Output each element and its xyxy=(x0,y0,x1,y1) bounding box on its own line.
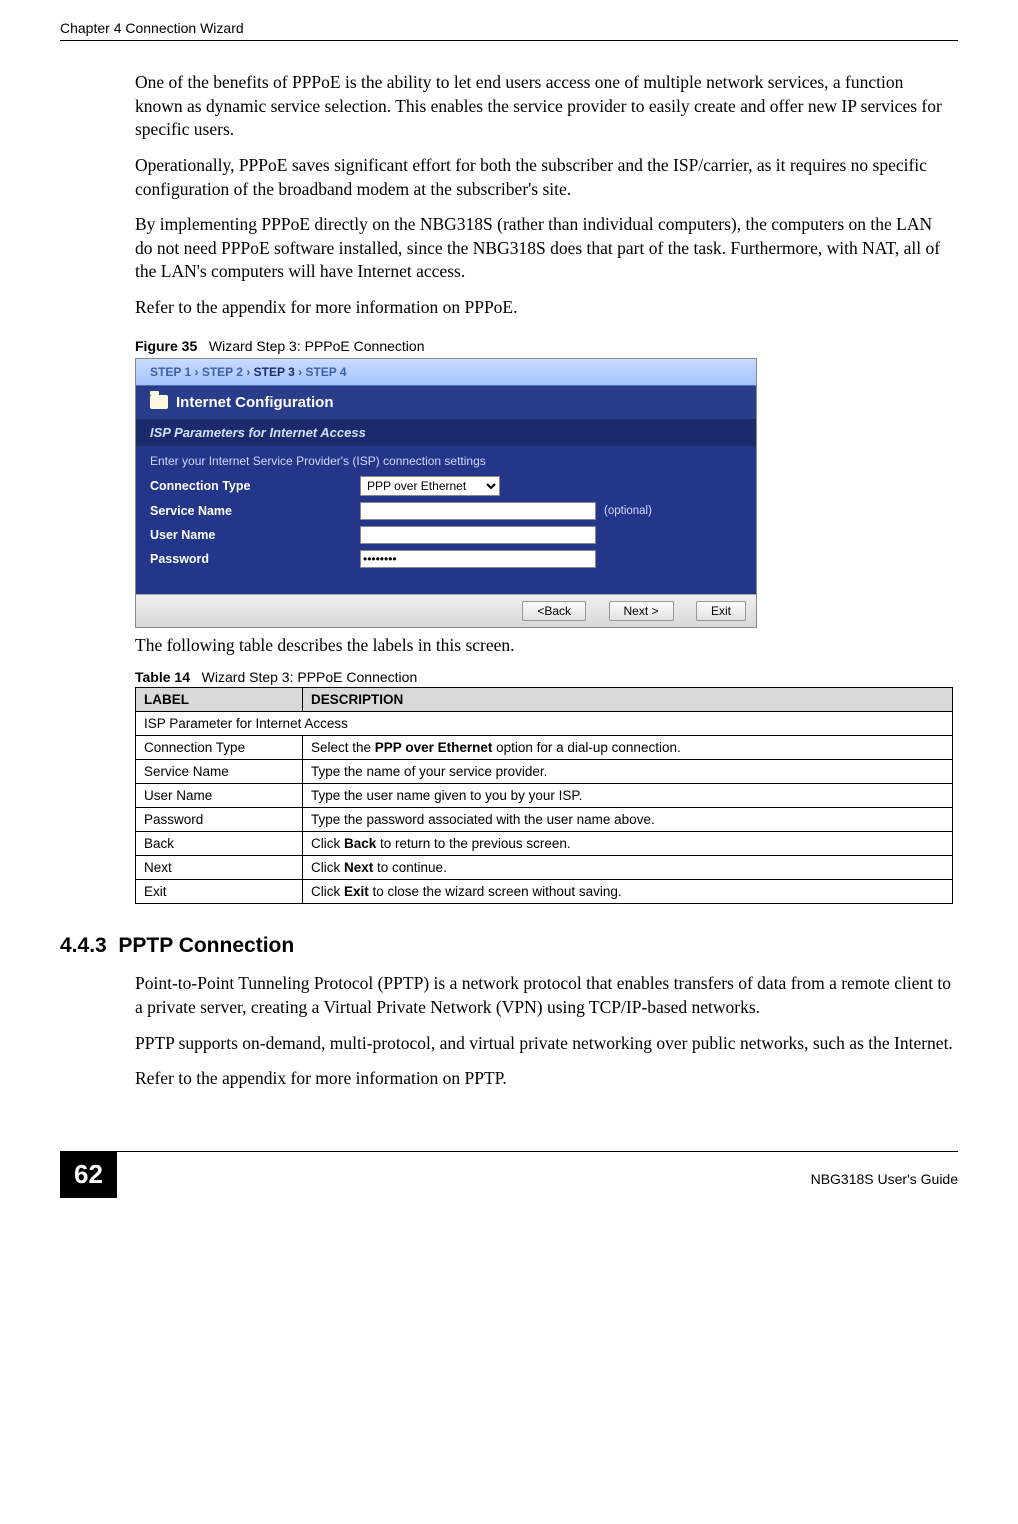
cell-label: User Name xyxy=(136,784,303,808)
page-header: Chapter 4 Connection Wizard xyxy=(60,20,958,41)
table-number: Table 14 xyxy=(135,669,190,685)
table-row: Connection Type Select the PPP over Ethe… xyxy=(136,736,953,760)
table-row: Password Type the password associated wi… xyxy=(136,808,953,832)
optional-label: (optional) xyxy=(604,505,652,517)
cell-label: Back xyxy=(136,832,303,856)
paragraph: By implementing PPPoE directly on the NB… xyxy=(135,213,953,284)
back-button[interactable]: <Back xyxy=(522,601,586,621)
footer-guide: NBG318S User's Guide xyxy=(811,1163,958,1187)
table-span-row: ISP Parameter for Internet Access xyxy=(136,712,953,736)
table-row: Service Name Type the name of your servi… xyxy=(136,760,953,784)
password-input[interactable] xyxy=(360,550,596,568)
cell-label: Service Name xyxy=(136,760,303,784)
cell-desc: Click Exit to close the wizard screen wi… xyxy=(303,880,953,904)
step-4: STEP 4 xyxy=(305,365,346,379)
cell-desc: Type the user name given to you by your … xyxy=(303,784,953,808)
label-user-name: User Name xyxy=(150,528,360,542)
wizard-screenshot: STEP 1 › STEP 2 › STEP 3 › STEP 4 Intern… xyxy=(135,358,757,628)
table-row: Exit Click Exit to close the wizard scre… xyxy=(136,880,953,904)
wizard-form: Enter your Internet Service Provider's (… xyxy=(136,446,756,594)
paragraph: Refer to the appendix for more informati… xyxy=(135,1067,953,1091)
table-row: User Name Type the user name given to yo… xyxy=(136,784,953,808)
cell-desc: Click Next to continue. xyxy=(303,856,953,880)
cell-desc: Type the name of your service provider. xyxy=(303,760,953,784)
paragraph: Operationally, PPPoE saves significant e… xyxy=(135,154,953,201)
wizard-subhead: ISP Parameters for Internet Access xyxy=(136,419,756,446)
wizard-title: Internet Configuration xyxy=(176,394,334,411)
figure-title: Wizard Step 3: PPPoE Connection xyxy=(209,338,425,354)
cell-label: Next xyxy=(136,856,303,880)
section-title: PPTP Connection xyxy=(118,934,294,957)
label-connection-type: Connection Type xyxy=(150,479,360,493)
paragraph: Point-to-Point Tunneling Protocol (PPTP)… xyxy=(135,972,953,1019)
cell-desc: Type the password associated with the us… xyxy=(303,808,953,832)
page-number: 62 xyxy=(60,1151,117,1198)
label-service-name: Service Name xyxy=(150,504,360,518)
service-name-input[interactable] xyxy=(360,502,596,520)
wizard-steps: STEP 1 › STEP 2 › STEP 3 › STEP 4 xyxy=(136,359,756,386)
table-caption: Table 14 Wizard Step 3: PPPoE Connection xyxy=(135,669,953,685)
cell-desc: Click Back to return to the previous scr… xyxy=(303,832,953,856)
header-chapter: Chapter 4 Connection Wizard xyxy=(60,20,244,36)
step-2: STEP 2 xyxy=(202,365,243,379)
folder-icon xyxy=(150,395,168,409)
paragraph: The following table describes the labels… xyxy=(135,634,953,658)
step-3-active: STEP 3 xyxy=(254,365,295,379)
section-heading: 4.4.3 PPTP Connection xyxy=(60,934,958,958)
description-table: LABEL DESCRIPTION ISP Parameter for Inte… xyxy=(135,687,953,904)
wizard-hint: Enter your Internet Service Provider's (… xyxy=(150,454,742,468)
step-1: STEP 1 xyxy=(150,365,191,379)
paragraph: PPTP supports on-demand, multi-protocol,… xyxy=(135,1032,953,1056)
wizard-button-bar: <Back Next > Exit xyxy=(136,594,756,627)
cell-label: Connection Type xyxy=(136,736,303,760)
user-name-input[interactable] xyxy=(360,526,596,544)
cell-desc: Select the PPP over Ethernet option for … xyxy=(303,736,953,760)
table-row: Next Click Next to continue. xyxy=(136,856,953,880)
cell-label: Password xyxy=(136,808,303,832)
table-title: Wizard Step 3: PPPoE Connection xyxy=(202,669,418,685)
paragraph: Refer to the appendix for more informati… xyxy=(135,296,953,320)
connection-type-select[interactable]: PPP over Ethernet xyxy=(360,476,500,496)
wizard-title-row: Internet Configuration xyxy=(136,386,756,419)
page-footer: 62 NBG318S User's Guide xyxy=(60,1151,958,1198)
table-row: Back Click Back to return to the previou… xyxy=(136,832,953,856)
figure-number: Figure 35 xyxy=(135,338,197,354)
cell-label: Exit xyxy=(136,880,303,904)
section-number: 4.4.3 xyxy=(60,934,107,957)
figure-caption: Figure 35 Wizard Step 3: PPPoE Connectio… xyxy=(135,338,953,354)
paragraph: One of the benefits of PPPoE is the abil… xyxy=(135,71,953,142)
exit-button[interactable]: Exit xyxy=(696,601,746,621)
th-description: DESCRIPTION xyxy=(303,688,953,712)
th-label: LABEL xyxy=(136,688,303,712)
label-password: Password xyxy=(150,552,360,566)
next-button[interactable]: Next > xyxy=(609,601,674,621)
